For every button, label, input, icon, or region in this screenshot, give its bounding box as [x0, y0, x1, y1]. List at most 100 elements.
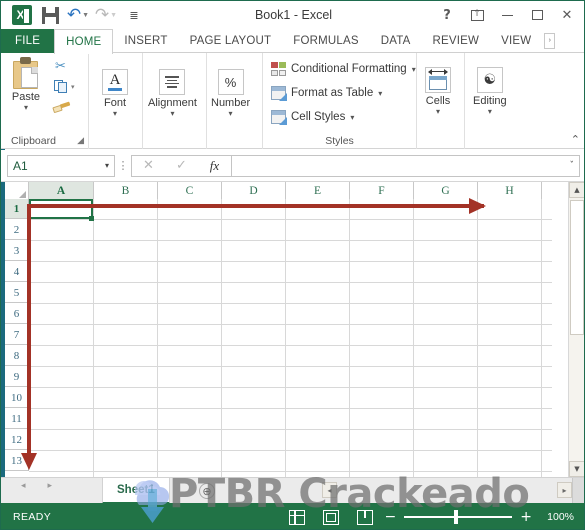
insert-function-icon[interactable]: fx: [198, 156, 231, 176]
font-button[interactable]: A Font ▾: [102, 69, 128, 118]
column-header-h[interactable]: H: [478, 182, 542, 199]
format-painter-icon: [52, 101, 71, 114]
column-header-c[interactable]: C: [158, 182, 222, 199]
paste-dropdown-icon[interactable]: ▾: [24, 104, 28, 112]
save-icon[interactable]: [37, 3, 63, 27]
scroll-down-icon[interactable]: ▼: [569, 461, 584, 477]
cell-area[interactable]: [29, 199, 552, 477]
cancel-formula-icon[interactable]: ✕: [132, 156, 165, 176]
editing-dropdown-icon[interactable]: ▾: [488, 108, 492, 116]
row-header-2[interactable]: 2: [5, 220, 29, 240]
row-header-12[interactable]: 12: [5, 430, 29, 450]
next-sheet-icon[interactable]: ▸: [48, 481, 53, 491]
tab-formulas[interactable]: FORMULAS: [282, 29, 370, 53]
conditional-formatting-caret-icon[interactable]: ▾: [412, 65, 416, 74]
worksheet-grid: A B C D E F G H 1 2 3 4 5 6 7 8 9 10 11 …: [5, 182, 584, 477]
copy-dropdown-icon[interactable]: ▾: [71, 83, 75, 91]
format-as-table-caret-icon[interactable]: ▾: [378, 89, 382, 98]
normal-view-icon[interactable]: [289, 509, 305, 525]
cell-styles-caret-icon[interactable]: ▾: [350, 113, 354, 122]
column-header-d[interactable]: D: [222, 182, 286, 199]
row-header-5[interactable]: 5: [5, 283, 29, 303]
zoom-out-button[interactable]: −: [385, 510, 397, 524]
redo-icon[interactable]: ↷ ▼: [93, 3, 119, 27]
select-all-corner[interactable]: [5, 182, 29, 199]
vertical-scroll-thumb[interactable]: [570, 200, 584, 335]
excel-logo-icon[interactable]: [9, 3, 35, 27]
vertical-scrollbar[interactable]: ▲ ▼: [568, 182, 584, 477]
cells-button[interactable]: Cells ▾: [425, 67, 451, 116]
ribbon-group-editing: ☯ Editing ▾: [465, 53, 517, 149]
column-header-f[interactable]: F: [350, 182, 414, 199]
styles-group-label: Styles: [325, 135, 354, 147]
column-header-e[interactable]: E: [286, 182, 350, 199]
customize-qat-icon[interactable]: ≣: [121, 3, 147, 27]
collapse-ribbon-icon[interactable]: ⌃: [571, 133, 580, 146]
active-cell-a1[interactable]: [29, 199, 93, 219]
number-button[interactable]: % Number ▾: [211, 69, 250, 118]
row-header-7[interactable]: 7: [5, 325, 29, 345]
row-header-10[interactable]: 10: [5, 388, 29, 408]
sheet-tab-sheet1[interactable]: Sheet1: [102, 478, 170, 504]
tab-file[interactable]: FILE: [1, 29, 55, 53]
tab-overflow-icon[interactable]: ›: [544, 32, 556, 49]
title-bar: ↶▼ ↷▼ ≣ Book1 - Excel ? ✕: [1, 1, 584, 29]
row-header-13[interactable]: 13: [5, 451, 29, 471]
page-layout-view-icon[interactable]: [323, 509, 339, 525]
conditional-formatting-button[interactable]: Conditional Formatting ▾: [271, 62, 416, 76]
row-header-6[interactable]: 6: [5, 304, 29, 324]
formula-bar-menu-icon[interactable]: ⋮: [115, 159, 131, 172]
split-handle[interactable]: [572, 478, 584, 504]
hscroll-left-icon[interactable]: ◂: [322, 482, 337, 498]
name-box-caret-icon[interactable]: ▾: [105, 161, 109, 170]
page-break-preview-icon[interactable]: [357, 509, 373, 525]
alignment-button[interactable]: Alignment ▾: [148, 69, 197, 118]
paste-button[interactable]: Paste ▾: [11, 57, 41, 112]
number-dropdown-icon[interactable]: ▾: [229, 110, 233, 118]
zoom-in-button[interactable]: +: [520, 510, 532, 524]
restore-icon[interactable]: [522, 2, 552, 28]
row-header-1[interactable]: 1: [5, 199, 29, 219]
font-dropdown-icon[interactable]: ▾: [113, 110, 117, 118]
editing-button[interactable]: ☯ Editing ▾: [473, 67, 507, 116]
row-header-4[interactable]: 4: [5, 262, 29, 282]
format-as-table-button[interactable]: Format as Table ▾: [271, 86, 382, 100]
cells-dropdown-icon[interactable]: ▾: [436, 108, 440, 116]
format-painter-button[interactable]: [52, 101, 71, 114]
previous-sheet-icon[interactable]: ◂: [21, 481, 26, 491]
tab-page-layout[interactable]: PAGE LAYOUT: [179, 29, 283, 53]
alignment-dropdown-icon[interactable]: ▾: [170, 110, 174, 118]
new-sheet-button[interactable]: ⊕: [199, 483, 215, 499]
copy-button[interactable]: ▾: [54, 80, 75, 93]
fill-handle[interactable]: [89, 216, 94, 221]
column-header-b[interactable]: B: [94, 182, 158, 199]
hscroll-right-icon[interactable]: ▸: [557, 482, 572, 498]
scroll-up-icon[interactable]: ▲: [569, 182, 584, 198]
zoom-slider[interactable]: [404, 510, 513, 524]
row-header-3[interactable]: 3: [5, 241, 29, 261]
expand-formula-bar-icon[interactable]: ˇ: [570, 161, 575, 171]
tab-home[interactable]: HOME: [54, 29, 114, 54]
minimize-icon[interactable]: [492, 2, 522, 28]
ribbon-display-options-icon[interactable]: [462, 2, 492, 28]
tab-review[interactable]: REVIEW: [422, 29, 491, 53]
row-header-11[interactable]: 11: [5, 409, 29, 429]
clipboard-dialog-launcher[interactable]: ◢: [77, 136, 84, 146]
close-icon[interactable]: ✕: [552, 2, 582, 28]
name-box[interactable]: A1 ▾: [7, 154, 115, 177]
help-icon[interactable]: ?: [432, 2, 462, 28]
enter-formula-icon[interactable]: ✓: [165, 156, 198, 176]
tab-insert[interactable]: INSERT: [113, 29, 178, 53]
cut-button[interactable]: ✂: [55, 60, 66, 73]
tab-view[interactable]: VIEW: [490, 29, 542, 53]
horizontal-scrollbar[interactable]: ◂ ▸: [322, 482, 572, 498]
cell-styles-button[interactable]: Cell Styles ▾: [271, 110, 354, 124]
tab-data[interactable]: DATA: [370, 29, 422, 53]
zoom-level-label[interactable]: 100%: [540, 511, 574, 523]
undo-icon[interactable]: ↶ ▼: [65, 3, 91, 27]
row-header-8[interactable]: 8: [5, 346, 29, 366]
column-header-a[interactable]: A: [29, 182, 94, 199]
formula-input[interactable]: ˇ: [231, 154, 580, 177]
row-header-9[interactable]: 9: [5, 367, 29, 387]
column-header-g[interactable]: G: [414, 182, 478, 199]
